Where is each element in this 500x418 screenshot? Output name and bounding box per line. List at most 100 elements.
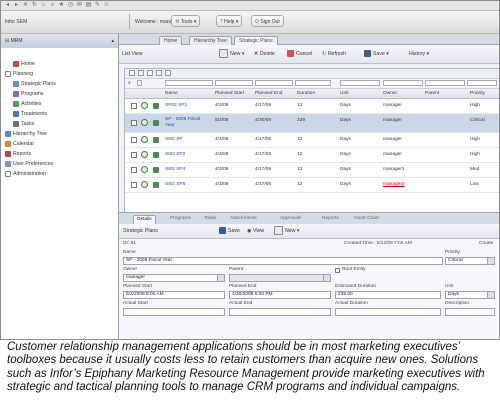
tab-reports[interactable]: Reports [319,215,342,223]
column-header[interactable]: Priority [470,89,485,98]
tab-approvals[interactable]: Approvals [277,215,304,223]
cell-name[interactable]: SP02 SP1 [165,103,187,109]
last-page-icon[interactable] [156,70,162,76]
tab-details[interactable]: Details [133,215,156,224]
edit-icon[interactable]: ✎ [94,2,101,9]
details-save-button[interactable]: Save [219,226,240,237]
parent-select[interactable] [229,274,331,282]
tab-programs[interactable]: Programs [167,215,194,223]
sign-out-button[interactable]: ⏻ Sign Out [251,15,284,27]
row-checkbox[interactable] [131,137,137,143]
cell-name[interactable]: SI02 SP4 [165,167,185,173]
export-icon[interactable] [165,70,171,76]
refresh-button[interactable]: ↻ Refresh [322,49,346,60]
details-new-button[interactable]: New ▾ [274,226,299,237]
save-button[interactable]: Save ▾ [364,49,389,60]
prev-page-icon[interactable] [138,70,144,76]
row-checkbox[interactable] [131,120,137,126]
filter-unit[interactable] [340,80,380,86]
sidebar-item-calendar[interactable]: Calendar [5,140,34,148]
column-header[interactable]: Owner [383,89,397,98]
cell-name[interactable]: SI02 SP2 [165,152,185,158]
new-button[interactable]: New ▾ [219,49,244,60]
owner-select[interactable]: manager [123,274,225,282]
table-row[interactable]: SI02 SP4 4/3/08 4/17/08 12 Days manager1… [125,163,499,178]
cell-name[interactable]: SI02 SP5 [165,182,185,188]
cell-owner[interactable]: manager2 [383,182,405,188]
help-button[interactable]: ? Help ▾ [216,15,243,27]
back-icon[interactable]: ◂ [4,2,11,9]
favorites-icon[interactable]: ★ [58,2,65,9]
sidebar-item-activities[interactable]: Activities [13,100,41,108]
tab-home[interactable]: Home [159,36,183,45]
open-record-icon[interactable] [141,136,148,143]
planned-start-field[interactable]: 5/2/2008 8:00 AM [123,291,225,299]
filter-planned-start[interactable] [215,80,253,86]
unit-select[interactable]: Days [445,291,495,299]
row-checkbox[interactable] [131,103,137,109]
table-row[interactable]: SI02 SP2 4/3/08 4/17/08 12 Days manager … [125,148,499,163]
tools-button[interactable]: ⚒ Tools ▾ [171,15,201,27]
stop-icon[interactable]: ✕ [22,2,29,9]
column-header[interactable]: Planned Start [215,89,244,98]
filter-duration[interactable] [295,80,331,86]
mail-icon[interactable]: ✉ [76,2,83,9]
table-row[interactable]: SP - 2008 Fiscal Year 5/2/08 4/30/09 239… [125,114,499,133]
tab-tasks[interactable]: Tasks [201,215,219,223]
sidebar-item-strategic-plans[interactable]: Strategic Plans [13,80,56,88]
column-header[interactable]: Unit [340,89,349,98]
column-header[interactable]: Parent [425,89,439,98]
sidebar-item-hierarchy-tree[interactable]: Hierarchy Tree [5,130,47,138]
tab-gantt-chart[interactable]: Gantt Chart [351,215,382,223]
details-view-button[interactable]: ◉ View [247,226,264,237]
table-row[interactable]: SI02 SP 4/3/08 4/17/08 12 Days manager H… [125,133,499,148]
sidebar-item-programs[interactable]: Programs [13,90,44,98]
row-checkbox[interactable] [131,182,137,188]
open-record-icon[interactable] [141,181,148,188]
sidebar-header[interactable]: ⊟ MRM ▴ [1,34,118,48]
open-record-icon[interactable] [141,166,148,173]
table-row[interactable]: SI02 SP5 4/3/08 4/17/08 12 Days manager2… [125,178,499,193]
sidebar-item-reports[interactable]: Reports [5,150,31,158]
row-checkbox[interactable] [131,167,137,173]
forward-icon[interactable]: ▸ [13,2,20,9]
refresh-icon[interactable]: ↻ [31,2,38,9]
column-header[interactable]: Planned End [255,89,282,98]
filter-checkbox[interactable] [137,80,142,86]
priority-select[interactable]: Critical [445,257,495,265]
sidebar-item-planning[interactable]: Planning [5,70,33,78]
cell-name[interactable]: SI02 SP [165,137,183,143]
actual-start-field[interactable] [123,308,225,316]
first-page-icon[interactable] [129,70,135,76]
delete-button[interactable]: ✕ Delete [254,49,275,60]
table-row[interactable]: SP02 SP1 4/3/08 4/17/08 12 Days manager … [125,99,499,114]
search-icon[interactable]: ⌕ [49,2,56,9]
home-browser-icon[interactable]: ⌂ [40,2,47,9]
open-record-icon[interactable] [141,151,148,158]
actual-duration-field[interactable] [335,308,441,316]
tab-strategic-plans[interactable]: Strategic Plans [234,36,278,45]
column-header[interactable]: Duration [297,89,315,98]
open-record-icon[interactable] [141,102,148,109]
messenger-icon[interactable]: ☺ [103,2,110,9]
cancel-button[interactable]: Cancel [287,49,312,60]
pin-icon[interactable]: ▴ [111,34,114,48]
history-button[interactable]: History ▾ [409,49,429,60]
actual-end-field[interactable] [229,308,331,316]
next-page-icon[interactable] [147,70,153,76]
filter-name[interactable] [165,80,213,86]
name-field[interactable]: SP - 2008 Fiscal Year [123,257,443,265]
estimated-duration-field[interactable]: 239.00 [335,291,441,299]
sidebar-item-treatments[interactable]: Treatments [13,110,47,118]
cell-name[interactable]: SP - 2008 Fiscal Year [165,117,209,129]
tab-hierarchy-tree[interactable]: Hierarchy Tree [189,36,232,45]
row-checkbox[interactable] [131,152,137,158]
filter-priority[interactable] [467,80,497,86]
sidebar-item-tasks[interactable]: Tasks [13,120,34,128]
sidebar-item-user-preferences[interactable]: User Preferences [5,160,53,168]
filter-owner[interactable] [383,80,423,86]
print-icon[interactable]: ▤ [85,2,92,9]
root-entity-checkbox[interactable] [335,268,340,273]
sidebar-item-administration[interactable]: Administration [5,170,46,178]
description-field[interactable] [445,308,495,316]
